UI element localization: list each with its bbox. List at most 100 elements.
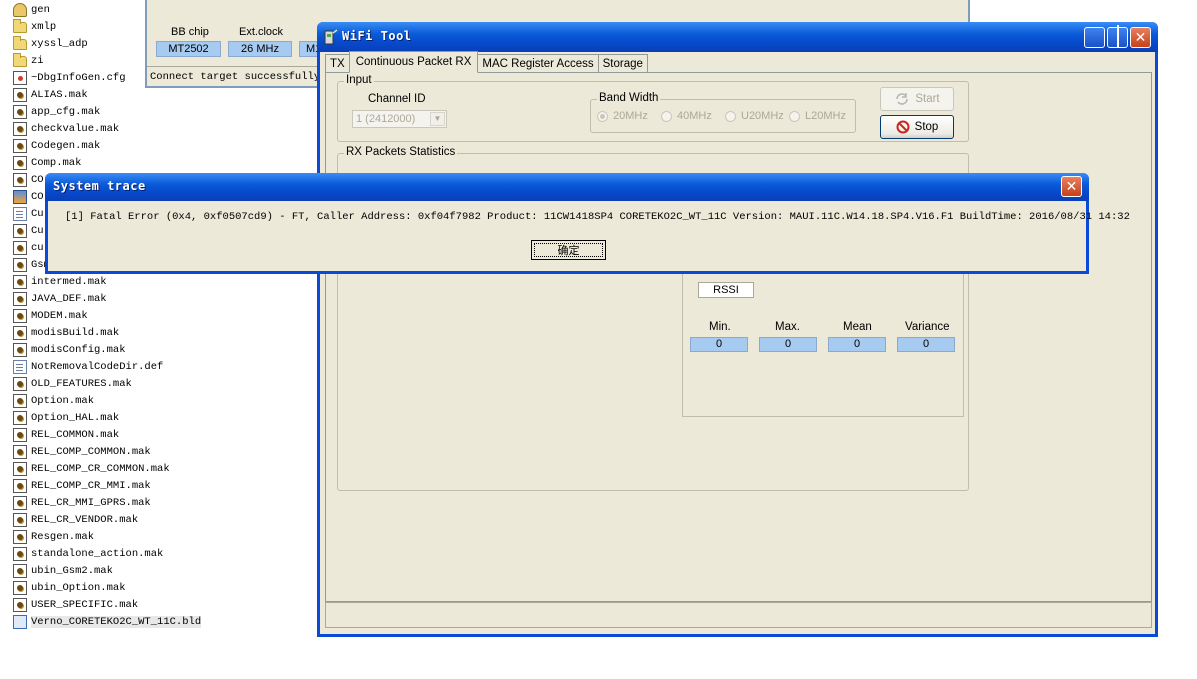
file-list: gen xmlp xyssl_adp zi ~DbgInfoGen.cfg ALIAS.m… [13, 1, 313, 630]
file-name: Verno_CORETEKO2C_WT_11C.bld [31, 615, 202, 628]
start-button[interactable]: Start [880, 87, 954, 111]
close-icon: ✕ [1134, 29, 1147, 46]
dialog-title: System trace [53, 179, 146, 193]
file-item[interactable]: OLD_FEATURES.mak [13, 375, 313, 392]
mak-file-icon [13, 393, 27, 408]
wifi-tool-window: WiFi Tool ✕ TX Continuous Packet RX MAC … [317, 22, 1158, 637]
mak-file-icon [13, 376, 27, 391]
file-item[interactable]: REL_COMMON.mak [13, 426, 313, 443]
file-item[interactable]: ubin_Option.mak [13, 579, 313, 596]
channel-id-value: 1 (2412000) [356, 113, 416, 125]
file-name: Option_HAL.mak [31, 411, 120, 424]
dialog-title-bar[interactable]: System trace ✕ [45, 173, 1089, 201]
radio-20mhz[interactable]: 20MHz [597, 110, 648, 122]
tab-mac-register-access[interactable]: MAC Register Access [477, 54, 599, 73]
file-name: OLD_FEATURES.mak [31, 377, 132, 390]
file-name: REL_COMP_CR_MMI.mak [31, 479, 151, 492]
minimize-button[interactable] [1084, 27, 1105, 48]
stop-icon [896, 120, 910, 134]
tab-panel: Input Channel ID 1 (2412000) ▼ Band Widt… [325, 72, 1152, 602]
stat-min-label: Min. [709, 321, 731, 333]
title-bar[interactable]: WiFi Tool ✕ [317, 22, 1158, 52]
tab-continuous-packet-rx[interactable]: Continuous Packet RX [348, 51, 479, 73]
file-item[interactable]: ALIAS.mak [13, 86, 313, 103]
file-item[interactable]: MODEM.mak [13, 307, 313, 324]
file-item[interactable]: USER_SPECIFIC.mak [13, 596, 313, 613]
file-name: REL_COMMON.mak [31, 428, 120, 441]
mak-file-icon [13, 257, 27, 272]
file-name: ubin_Option.mak [31, 581, 126, 594]
file-item[interactable]: ubin_Gsm2.mak [13, 562, 313, 579]
file-item[interactable]: Option.mak [13, 392, 313, 409]
file-name: xyssl_adp [31, 37, 88, 50]
file-item[interactable]: JAVA_DEF.mak [13, 290, 313, 307]
file-item[interactable]: REL_COMP_CR_COMMON.mak [13, 460, 313, 477]
channel-id-select[interactable]: 1 (2412000) ▼ [352, 110, 447, 128]
mak-file-icon [13, 342, 27, 357]
file-name: CO [31, 190, 44, 203]
file-item[interactable]: REL_CR_VENDOR.mak [13, 511, 313, 528]
file-item[interactable]: Resgen.mak [13, 528, 313, 545]
file-item[interactable]: checkvalue.mak [13, 120, 313, 137]
chevron-down-icon[interactable]: ▼ [430, 112, 445, 126]
radio-dot-selected [597, 110, 608, 122]
folder-icon [13, 19, 27, 33]
file-item[interactable]: REL_COMP_COMMON.mak [13, 443, 313, 460]
mak-file-icon [13, 427, 27, 442]
file-item[interactable]: modisConfig.mak [13, 341, 313, 358]
band-width-group: Band Width 20MHz 40MHz U20MHz L20MHz [590, 92, 856, 133]
bb-chip-value: MT2502 [156, 41, 221, 57]
gen-icon [13, 2, 27, 17]
mak-file-icon [13, 444, 27, 459]
tab-strip: TX Continuous Packet RX MAC Register Acc… [325, 51, 648, 73]
mak-file-icon [13, 597, 27, 612]
file-name: checkvalue.mak [31, 122, 120, 135]
ext-clock-label: Ext.clock [239, 26, 284, 38]
file-item[interactable]: Codegen.mak [13, 137, 313, 154]
ok-button[interactable]: 确定 [531, 240, 606, 260]
rssi-group: RSSI Min. Max. Mean Variance 0 0 0 0 [682, 262, 964, 417]
radio-40mhz[interactable]: 40MHz [661, 110, 712, 122]
file-item[interactable]: Verno_CORETEKO2C_WT_11C.bld [13, 613, 313, 630]
file-item[interactable]: intermed.mak [13, 273, 313, 290]
file-name: ~DbgInfoGen.cfg [31, 71, 126, 84]
mak-file-icon [13, 240, 27, 255]
dialog-close-button[interactable]: ✕ [1061, 176, 1082, 197]
stat-mean-label: Mean [843, 321, 872, 333]
file-name: Cu [31, 207, 44, 220]
maximize-button[interactable] [1107, 27, 1128, 48]
close-button[interactable]: ✕ [1130, 27, 1151, 48]
stop-button[interactable]: Stop [880, 115, 954, 139]
file-item[interactable]: REL_COMP_CR_MMI.mak [13, 477, 313, 494]
file-item[interactable]: modisBuild.mak [13, 324, 313, 341]
radio-dot [725, 110, 736, 122]
radio-l20mhz[interactable]: L20MHz [789, 110, 846, 122]
config-file-icon [13, 70, 27, 85]
file-name: USER_SPECIFIC.mak [31, 598, 139, 611]
file-name: ALIAS.mak [31, 88, 88, 101]
folder-icon [13, 53, 27, 67]
mak-file-icon [13, 172, 27, 187]
mak-file-icon [13, 512, 27, 527]
file-item[interactable]: Option_HAL.mak [13, 409, 313, 426]
file-item[interactable]: NotRemovalCodeDir.def [13, 358, 313, 375]
tab-tx[interactable]: TX [325, 54, 350, 73]
mak-file-icon [13, 308, 27, 323]
mak-file-icon [13, 138, 27, 153]
file-item[interactable]: standalone_action.mak [13, 545, 313, 562]
window-title: WiFi Tool [342, 29, 412, 43]
radio-u20mhz[interactable]: U20MHz [725, 110, 784, 122]
file-name: Option.mak [31, 394, 95, 407]
file-name: REL_COMP_COMMON.mak [31, 445, 151, 458]
tab-storage[interactable]: Storage [597, 54, 648, 73]
file-name: xmlp [31, 20, 57, 33]
file-item[interactable]: app_cfg.mak [13, 103, 313, 120]
refresh-icon [894, 92, 910, 106]
file-item[interactable]: REL_CR_MMI_GPRS.mak [13, 494, 313, 511]
mak-file-icon [13, 461, 27, 476]
mak-file-icon [13, 529, 27, 544]
mak-file-icon [13, 580, 27, 595]
input-group-label: Input [344, 74, 374, 86]
mak-file-icon [13, 274, 27, 289]
file-item[interactable]: Comp.mak [13, 154, 313, 171]
